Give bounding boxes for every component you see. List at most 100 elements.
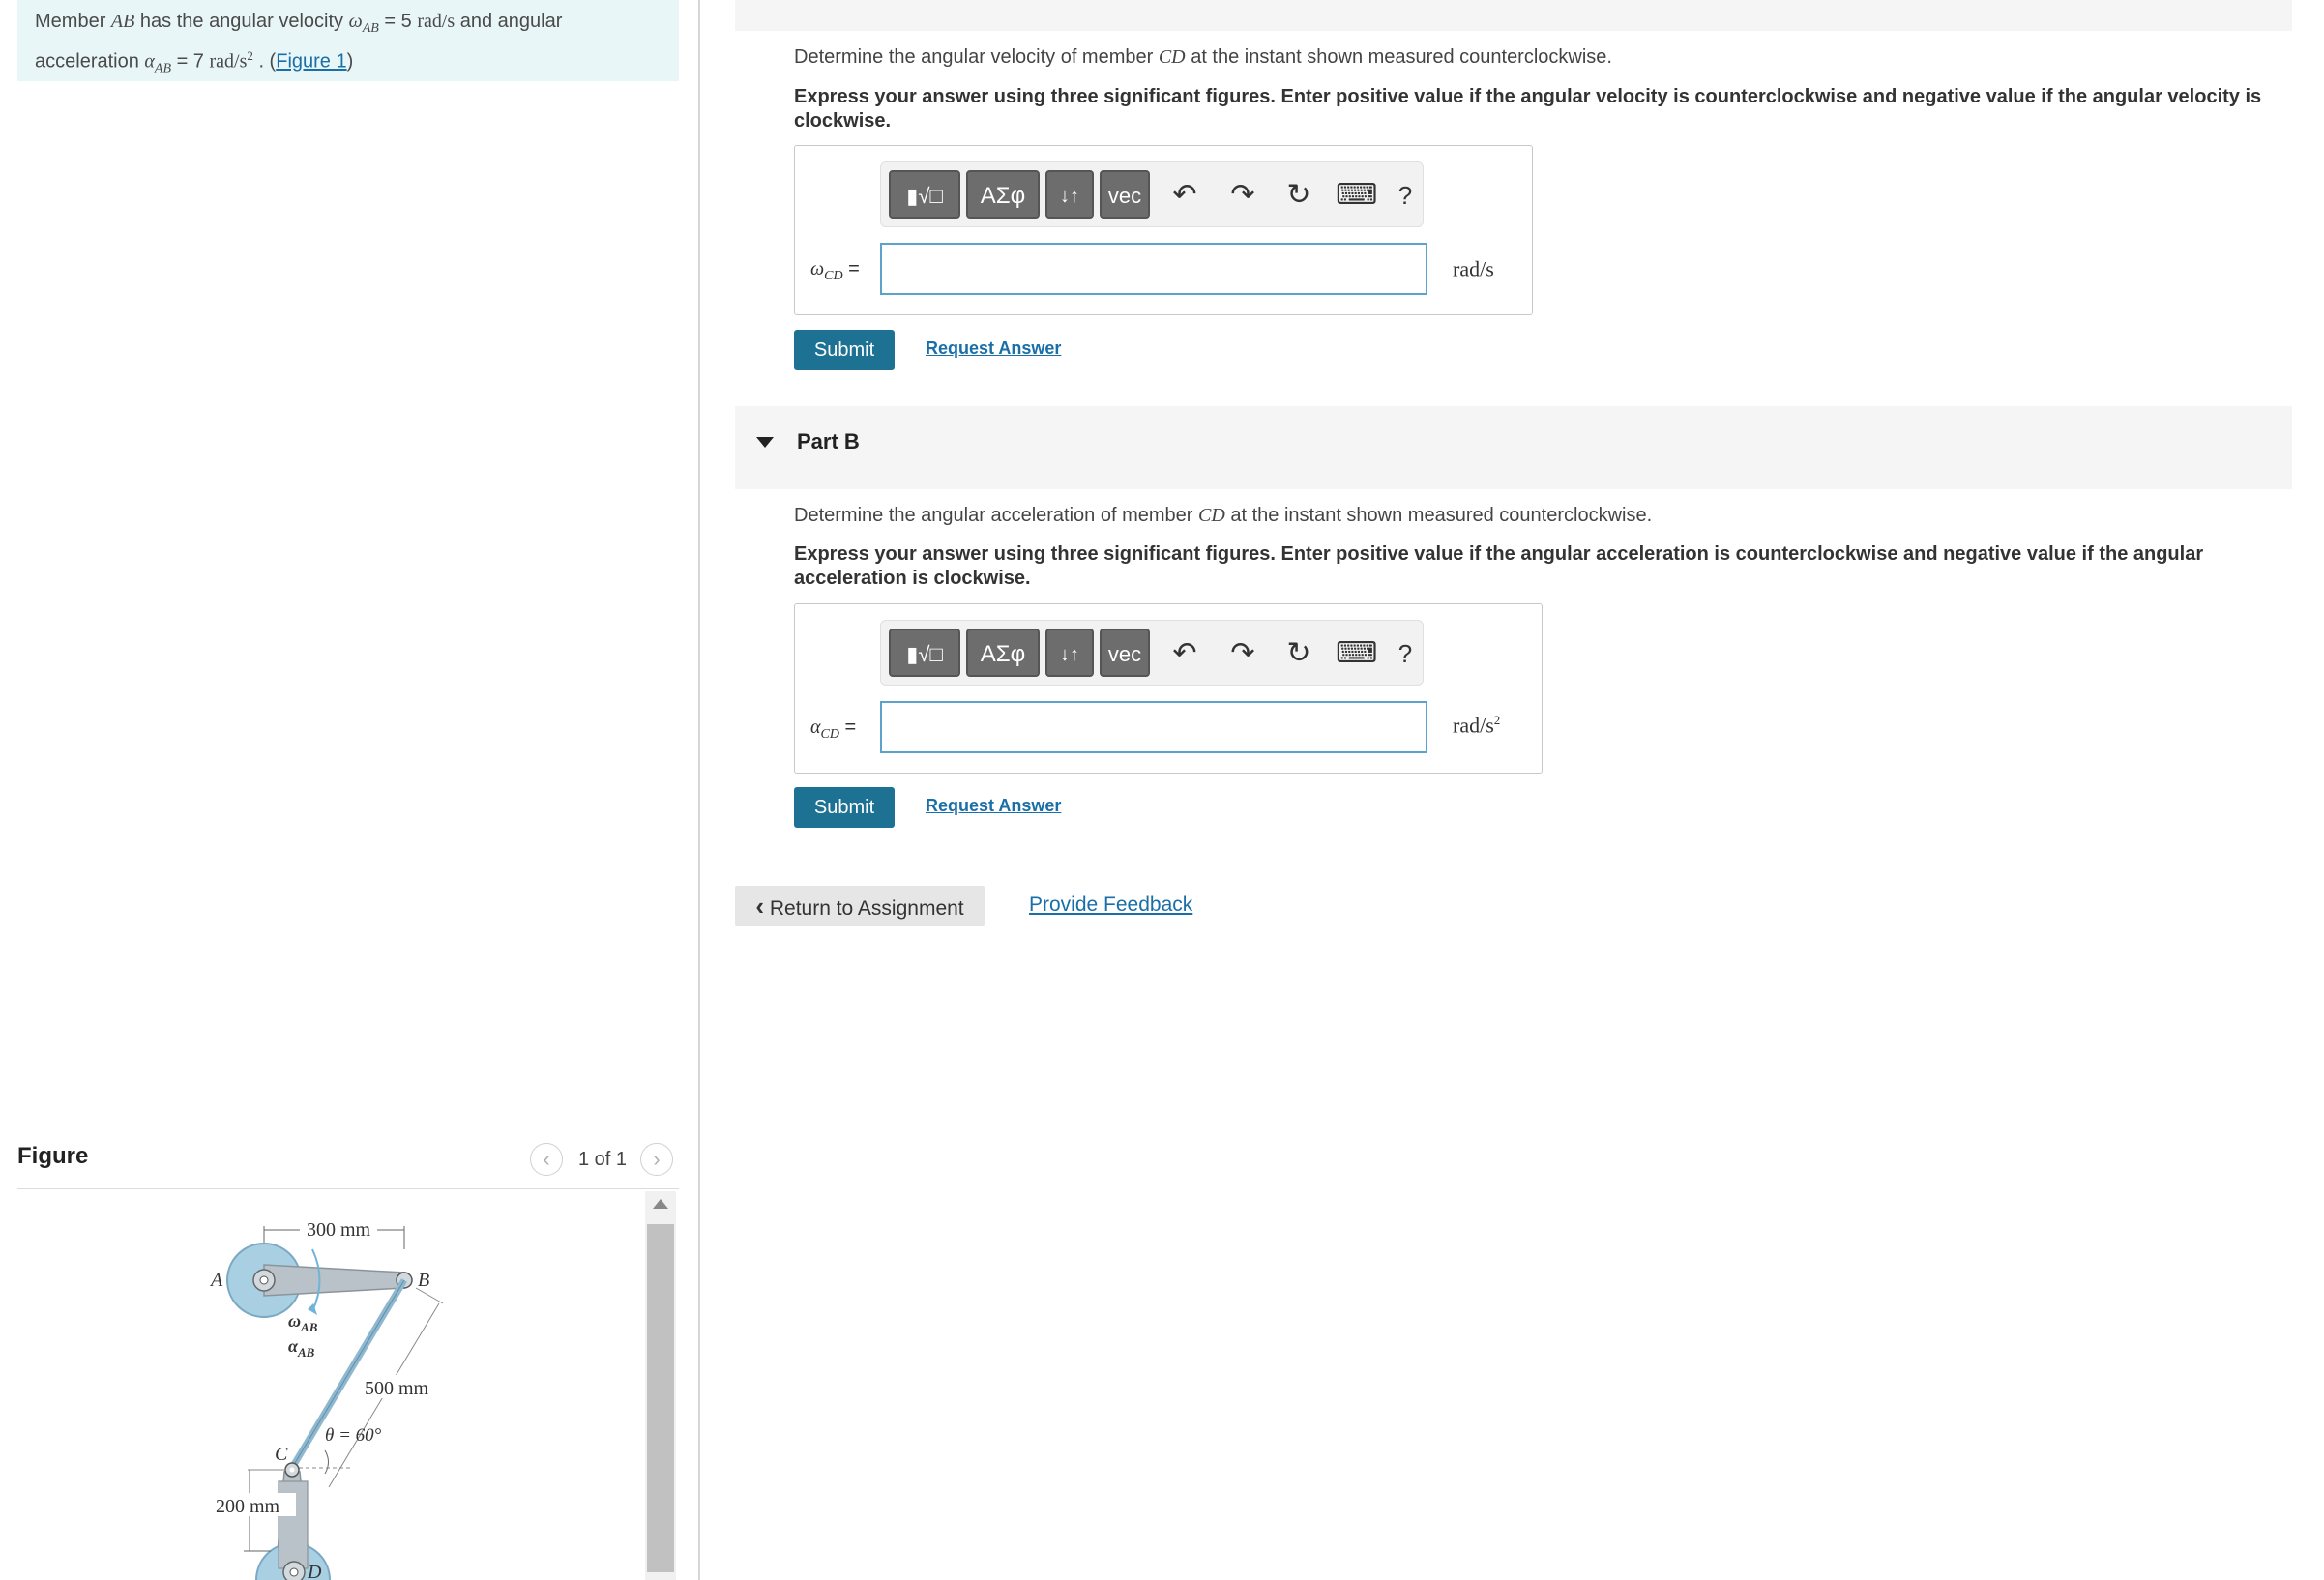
return-label: Return to Assignment bbox=[769, 897, 964, 920]
figure-header: Figure ‹ 1 of 1 › bbox=[17, 1131, 679, 1189]
part-a-unit: rad/s bbox=[1453, 256, 1494, 281]
greek-symbols-button[interactable]: ΑΣφ bbox=[966, 629, 1040, 677]
svg-text:ωAB: ωAB bbox=[288, 1311, 318, 1334]
keyboard-icon[interactable]: ⌨ bbox=[1336, 178, 1377, 213]
alpha-cd-symbol: α bbox=[810, 717, 821, 738]
part-a-instructions: Express your answer using three signific… bbox=[794, 86, 2262, 132]
label-c: C bbox=[275, 1444, 288, 1465]
reset-icon[interactable]: ↻ bbox=[1280, 636, 1318, 671]
omega-subscript: AB bbox=[362, 21, 379, 36]
figure-scrollbar[interactable] bbox=[645, 1191, 676, 1580]
pin-d-center bbox=[289, 1567, 299, 1577]
part-b-answer-input[interactable] bbox=[880, 701, 1427, 753]
figure-title: Figure bbox=[17, 1143, 89, 1169]
unit-text: rad/s bbox=[1453, 713, 1494, 738]
subscript-superscript-button[interactable]: ↓↑ bbox=[1045, 629, 1094, 677]
equals-sign: = bbox=[842, 258, 860, 279]
omega-symbol: ω bbox=[348, 11, 363, 32]
figure-divider bbox=[17, 1188, 679, 1189]
templates-button[interactable]: ▮√□ bbox=[889, 170, 960, 219]
reset-icon[interactable]: ↻ bbox=[1280, 178, 1318, 213]
problem-text: . ( bbox=[252, 50, 277, 73]
vector-button[interactable]: vec bbox=[1100, 629, 1150, 677]
problem-text: = 7 bbox=[171, 50, 210, 73]
undo-icon[interactable]: ↶ bbox=[1165, 178, 1204, 213]
label-a: A bbox=[209, 1270, 223, 1291]
math-toolbar: ▮√□ ΑΣφ ↓↑ vec ↶ ↷ ↻ ⌨ ? bbox=[880, 620, 1424, 686]
problem-text: and angular bbox=[455, 11, 563, 32]
figure-prev-button[interactable]: ‹ bbox=[530, 1143, 563, 1176]
omega-cd-symbol: ω bbox=[810, 258, 825, 279]
part-b-unit: rad/s2 bbox=[1453, 713, 1500, 738]
part-a-question: Determine the angular velocity of member… bbox=[794, 46, 1612, 69]
alpha-ab-sub: AB bbox=[297, 1345, 315, 1360]
redo-icon[interactable]: ↷ bbox=[1223, 636, 1262, 671]
pin-c-center bbox=[289, 1467, 295, 1473]
theta-arc bbox=[324, 1449, 329, 1475]
question-text: at the instant shown measured counterclo… bbox=[1224, 505, 1653, 526]
question-text: at the instant shown measured counterclo… bbox=[1185, 46, 1612, 68]
unit-text: rad/s bbox=[1453, 256, 1494, 281]
figure-counter: 1 of 1 bbox=[578, 1149, 628, 1170]
svg-text:αAB: αAB bbox=[288, 1336, 315, 1360]
collapse-caret-icon[interactable] bbox=[756, 437, 774, 448]
member-ab-bar bbox=[263, 1264, 405, 1297]
member-ab: AB bbox=[110, 11, 135, 32]
label-d: D bbox=[307, 1562, 322, 1580]
part-b-request-answer-link[interactable]: Request Answer bbox=[926, 796, 1061, 816]
mechanism-diagram: 300 mm A B ωAB αAB 500 mm θ = 60° C D 20… bbox=[207, 1216, 444, 1580]
figure-image: 300 mm A B ωAB αAB 500 mm θ = 60° C D 20… bbox=[17, 1191, 636, 1580]
label-b: B bbox=[418, 1270, 429, 1291]
scroll-thumb[interactable] bbox=[647, 1224, 674, 1572]
subscript-superscript-button[interactable]: ↓↑ bbox=[1045, 170, 1094, 219]
redo-icon[interactable]: ↷ bbox=[1223, 178, 1262, 213]
part-b-title: Part B bbox=[797, 429, 860, 454]
part-a-request-answer-link[interactable]: Request Answer bbox=[926, 338, 1061, 359]
dim-label-200: 200 mm bbox=[216, 1496, 280, 1517]
part-a-answer-input[interactable] bbox=[880, 243, 1427, 295]
scroll-up-arrow-icon[interactable] bbox=[653, 1199, 668, 1209]
alpha-cd-sub: CD bbox=[820, 727, 839, 742]
dim-label-300: 300 mm bbox=[307, 1219, 371, 1241]
part-b-answer-box: ▮√□ ΑΣφ ↓↑ vec ↶ ↷ ↻ ⌨ ? αCD = rad/s2 bbox=[794, 603, 1543, 774]
theta-label: θ = 60° bbox=[325, 1425, 382, 1446]
problem-text: has the angular velocity bbox=[134, 11, 349, 32]
omega-ab-sub: AB bbox=[300, 1320, 318, 1334]
unit-exponent: 2 bbox=[1493, 713, 1501, 727]
math-toolbar: ▮√□ ΑΣφ ↓↑ vec ↶ ↷ ↻ ⌨ ? bbox=[880, 161, 1424, 227]
equals-sign: = bbox=[838, 717, 857, 738]
help-icon[interactable]: ? bbox=[1386, 178, 1425, 213]
keyboard-icon[interactable]: ⌨ bbox=[1336, 636, 1377, 671]
question-text: Determine the angular acceleration of me… bbox=[794, 505, 1198, 526]
omega-ab-label: ω bbox=[288, 1311, 301, 1331]
figure-link[interactable]: Figure 1 bbox=[276, 51, 346, 73]
omega-cd-sub: CD bbox=[824, 269, 843, 283]
alpha-subscript: AB bbox=[154, 61, 172, 76]
greek-symbols-button[interactable]: ΑΣφ bbox=[966, 170, 1040, 219]
dim-label-500: 500 mm bbox=[365, 1378, 429, 1399]
vector-button[interactable]: vec bbox=[1100, 170, 1150, 219]
member-cd-label: CD bbox=[1158, 46, 1186, 68]
alpha-symbol: α bbox=[144, 50, 155, 73]
problem-text: ) bbox=[346, 50, 354, 73]
problem-text: = 5 bbox=[378, 11, 418, 32]
part-a-answer-label: ωCD = bbox=[810, 258, 860, 284]
part-b-question: Determine the angular acceleration of me… bbox=[794, 505, 1652, 527]
right-panel: Determine the angular velocity of member… bbox=[700, 0, 2324, 1580]
help-icon[interactable]: ? bbox=[1386, 636, 1425, 671]
member-cd-label: CD bbox=[1198, 505, 1225, 526]
templates-button[interactable]: ▮√□ bbox=[889, 629, 960, 677]
problem-text: acceleration bbox=[35, 50, 145, 73]
acceleration-unit: rad/s bbox=[209, 50, 248, 73]
part-b-header[interactable]: Part B bbox=[735, 406, 2292, 489]
part-a-answer-box: ▮√□ ΑΣφ ↓↑ vec ↶ ↷ ↻ ⌨ ? ωCD = rad/s bbox=[794, 145, 1533, 315]
part-b-instructions: Express your answer using three signific… bbox=[794, 543, 2204, 589]
part-b-submit-button[interactable]: Submit bbox=[794, 787, 895, 828]
part-a-submit-button[interactable]: Submit bbox=[794, 330, 895, 370]
provide-feedback-link[interactable]: Provide Feedback bbox=[1029, 893, 1192, 917]
undo-icon[interactable]: ↶ bbox=[1165, 636, 1204, 671]
left-panel: Member AB has the angular velocity ωAB =… bbox=[0, 0, 698, 1580]
figure-next-button[interactable]: › bbox=[640, 1143, 673, 1176]
chevron-left-icon: ‹ bbox=[755, 892, 765, 921]
return-to-assignment-button[interactable]: ‹ Return to Assignment bbox=[735, 886, 985, 926]
